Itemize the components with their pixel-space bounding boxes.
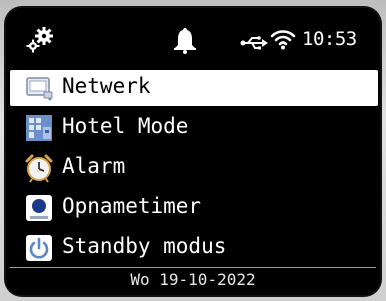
- menu-item-label: Hotel Mode: [62, 114, 189, 138]
- hotel-icon: [26, 115, 52, 141]
- status-bar: 10:53: [6, 8, 380, 64]
- alarm-bell-icon: [174, 28, 196, 54]
- menu-item-label: Standby modus: [62, 234, 227, 258]
- device-bezel: 10:53 Netwerk Hotel Mode Alarm Opnametim…: [0, 0, 386, 301]
- footer-divider: [10, 267, 376, 268]
- menu-item-hotel-mode[interactable]: Hotel Mode: [6, 110, 380, 146]
- display-screen: 10:53 Netwerk Hotel Mode Alarm Opnametim…: [6, 8, 380, 295]
- alarm-clock-icon: [25, 154, 53, 183]
- menu-item-opnametimer[interactable]: Opnametimer: [6, 190, 380, 226]
- wifi-icon: [270, 30, 296, 50]
- menu-item-standby-modus[interactable]: Standby modus: [6, 230, 380, 266]
- clock-time: 10:53: [302, 28, 357, 50]
- power-icon: [26, 235, 52, 261]
- network-icon: [26, 77, 53, 101]
- usb-icon: [240, 36, 268, 50]
- menu-item-netwerk[interactable]: Netwerk: [6, 70, 380, 106]
- menu-item-label: Netwerk: [62, 74, 151, 98]
- menu-item-alarm[interactable]: Alarm: [6, 150, 380, 186]
- menu-item-label: Opnametimer: [62, 194, 202, 218]
- menu-item-label: Alarm: [62, 154, 126, 178]
- footer-date: Wo 19-10-2022: [130, 270, 256, 289]
- record-timer-icon: [26, 195, 52, 221]
- settings-gears-icon[interactable]: [26, 26, 54, 54]
